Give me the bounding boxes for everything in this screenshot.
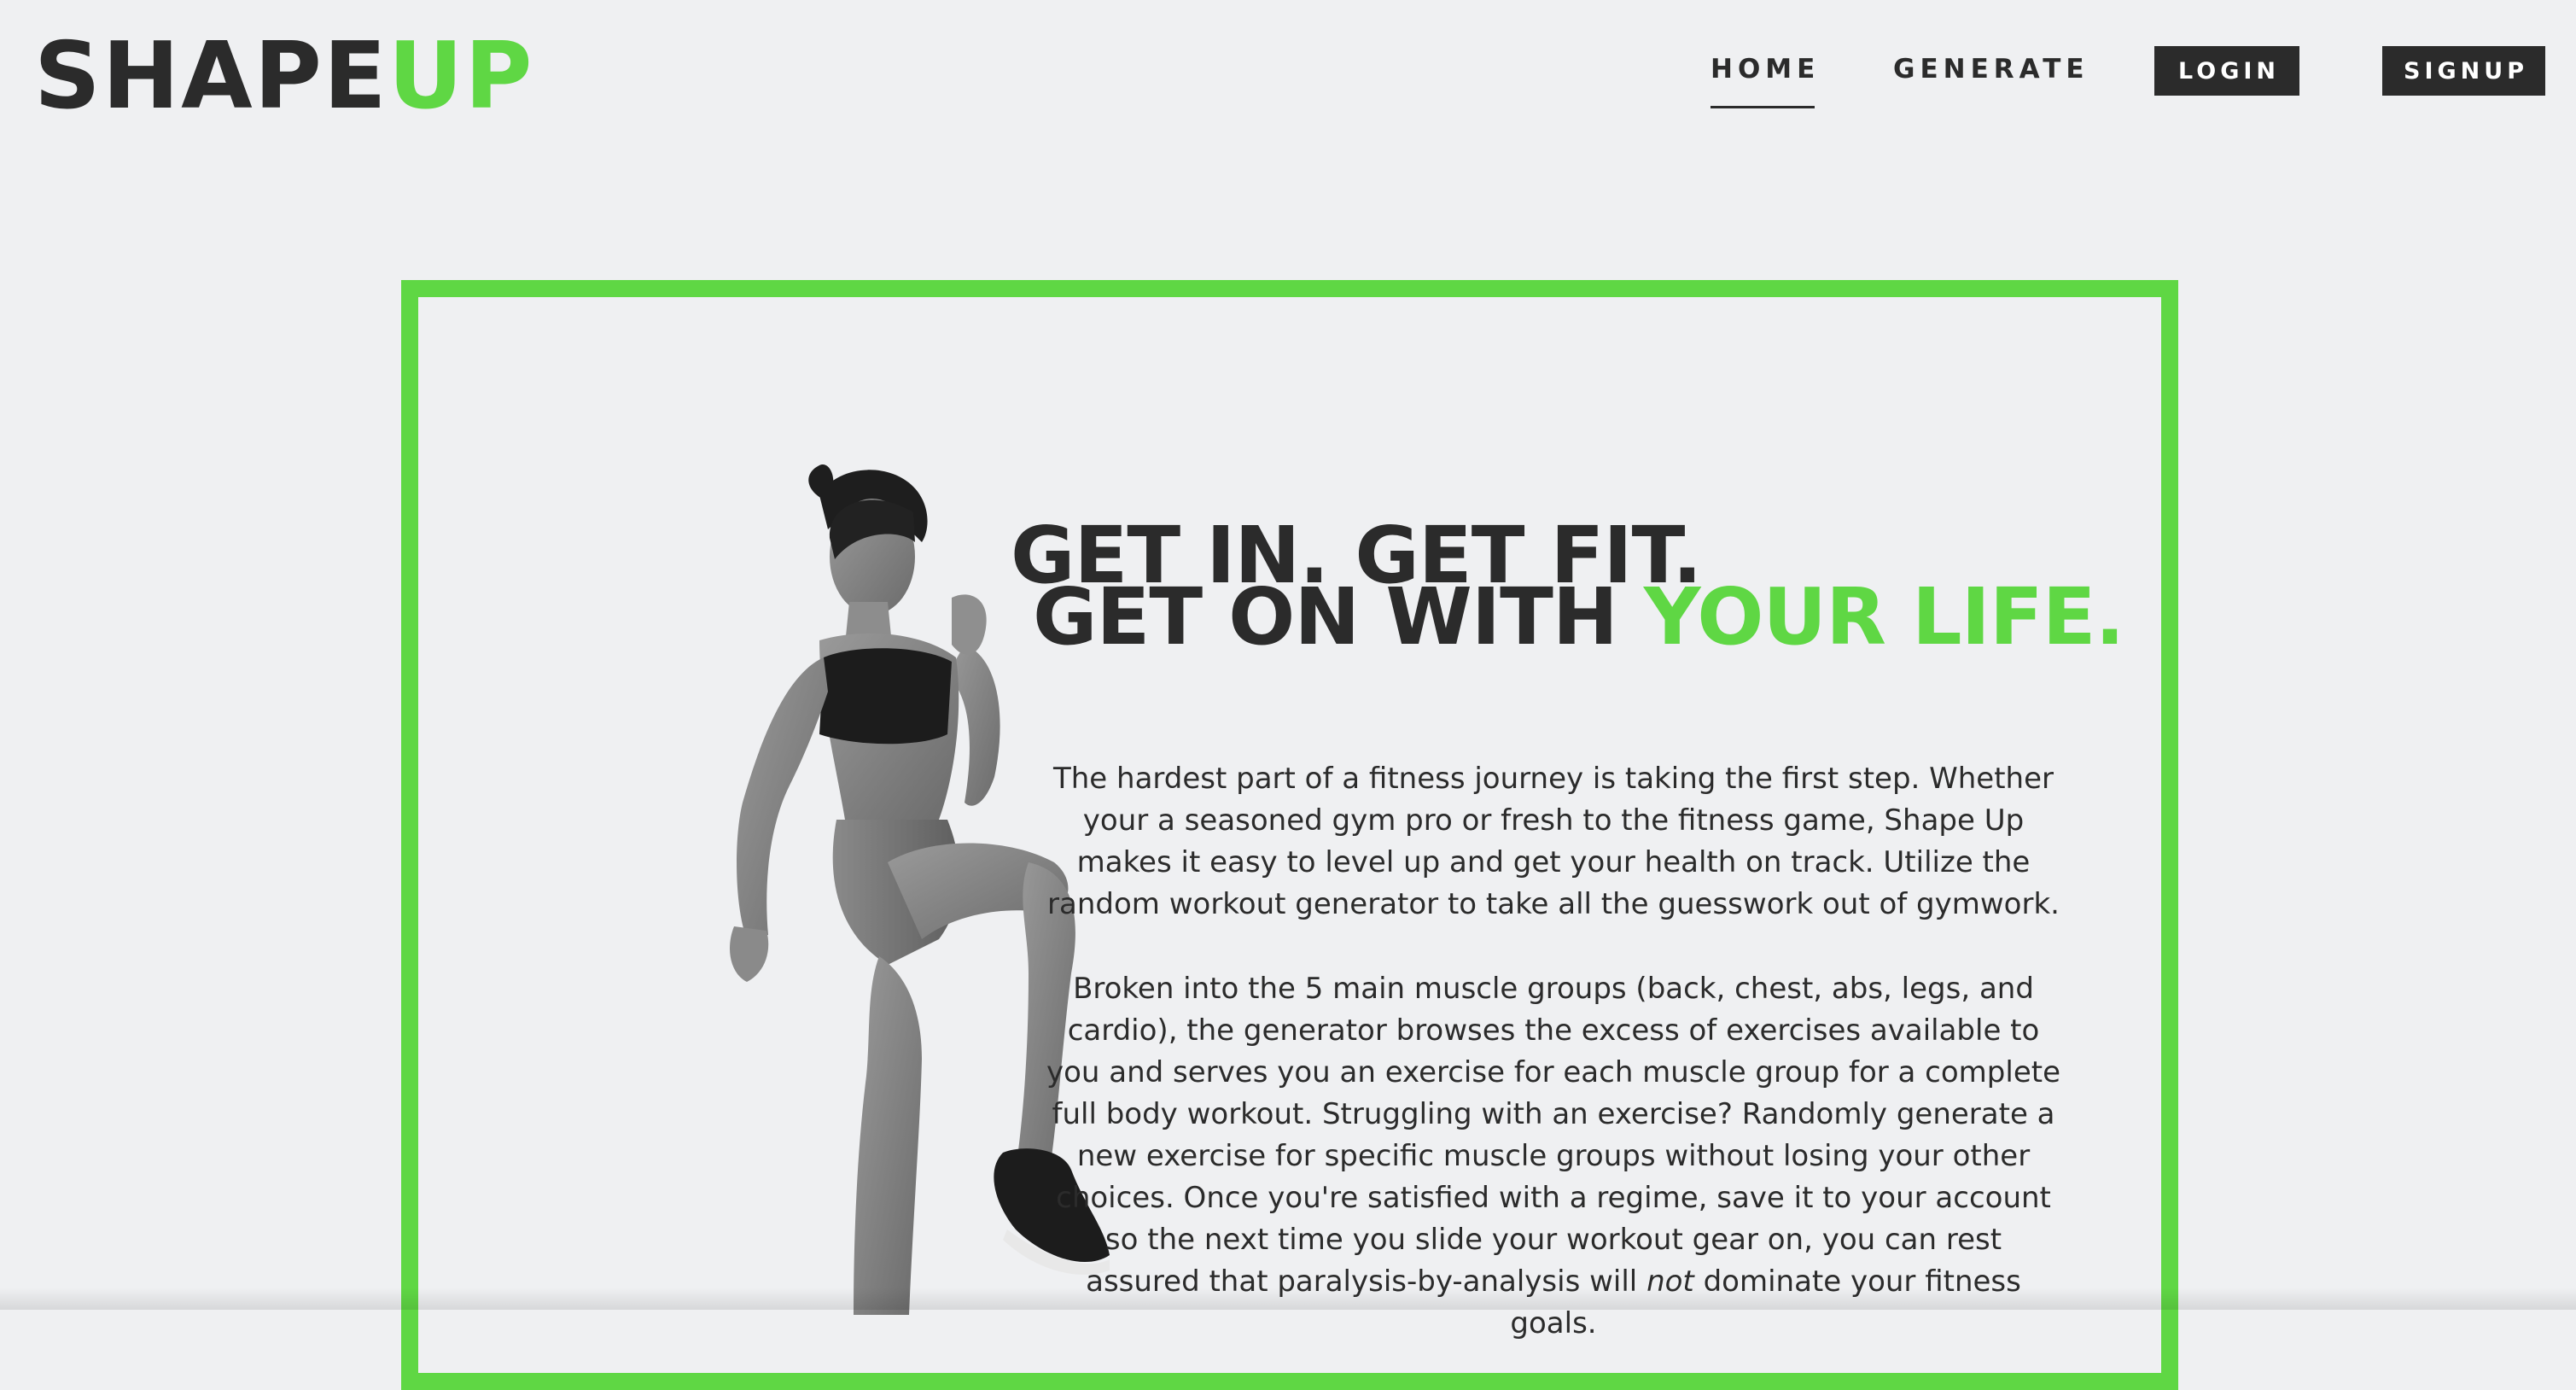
hero-paragraph-2: Broken into the 5 main muscle groups (ba… xyxy=(1046,968,2061,1345)
nav-generate-link[interactable]: GENERATE xyxy=(1893,56,2089,83)
shapeup-logo[interactable]: SHAPEUP xyxy=(34,31,534,123)
headline-line-2-start: GET ON WITH xyxy=(1033,571,1644,663)
hero-body-copy: The hardest part of a fitness journey is… xyxy=(1046,758,2061,1387)
hero-paragraph-1: The hardest part of a fitness journey is… xyxy=(1047,762,2060,921)
headline-line-2: GET ON WITH YOUR LIFE. xyxy=(1011,578,2124,657)
logo-shape-text: SHAPE xyxy=(34,23,388,130)
nav-home-link[interactable]: HOME xyxy=(1711,56,1820,108)
headline-accent-text: YOUR LIFE. xyxy=(1643,571,2125,663)
paragraph-2-emphasis: not xyxy=(1646,1264,1694,1299)
logo-up-text: UP xyxy=(388,23,534,130)
login-button[interactable]: LOGIN xyxy=(2154,46,2299,96)
paragraph-2-text: Broken into the 5 main muscle groups (ba… xyxy=(1046,972,2060,1299)
signup-button[interactable]: SIGNUP xyxy=(2382,46,2545,96)
hero-headline: GET IN. GET FIT. GET ON WITH YOUR LIFE. xyxy=(1011,517,2124,657)
